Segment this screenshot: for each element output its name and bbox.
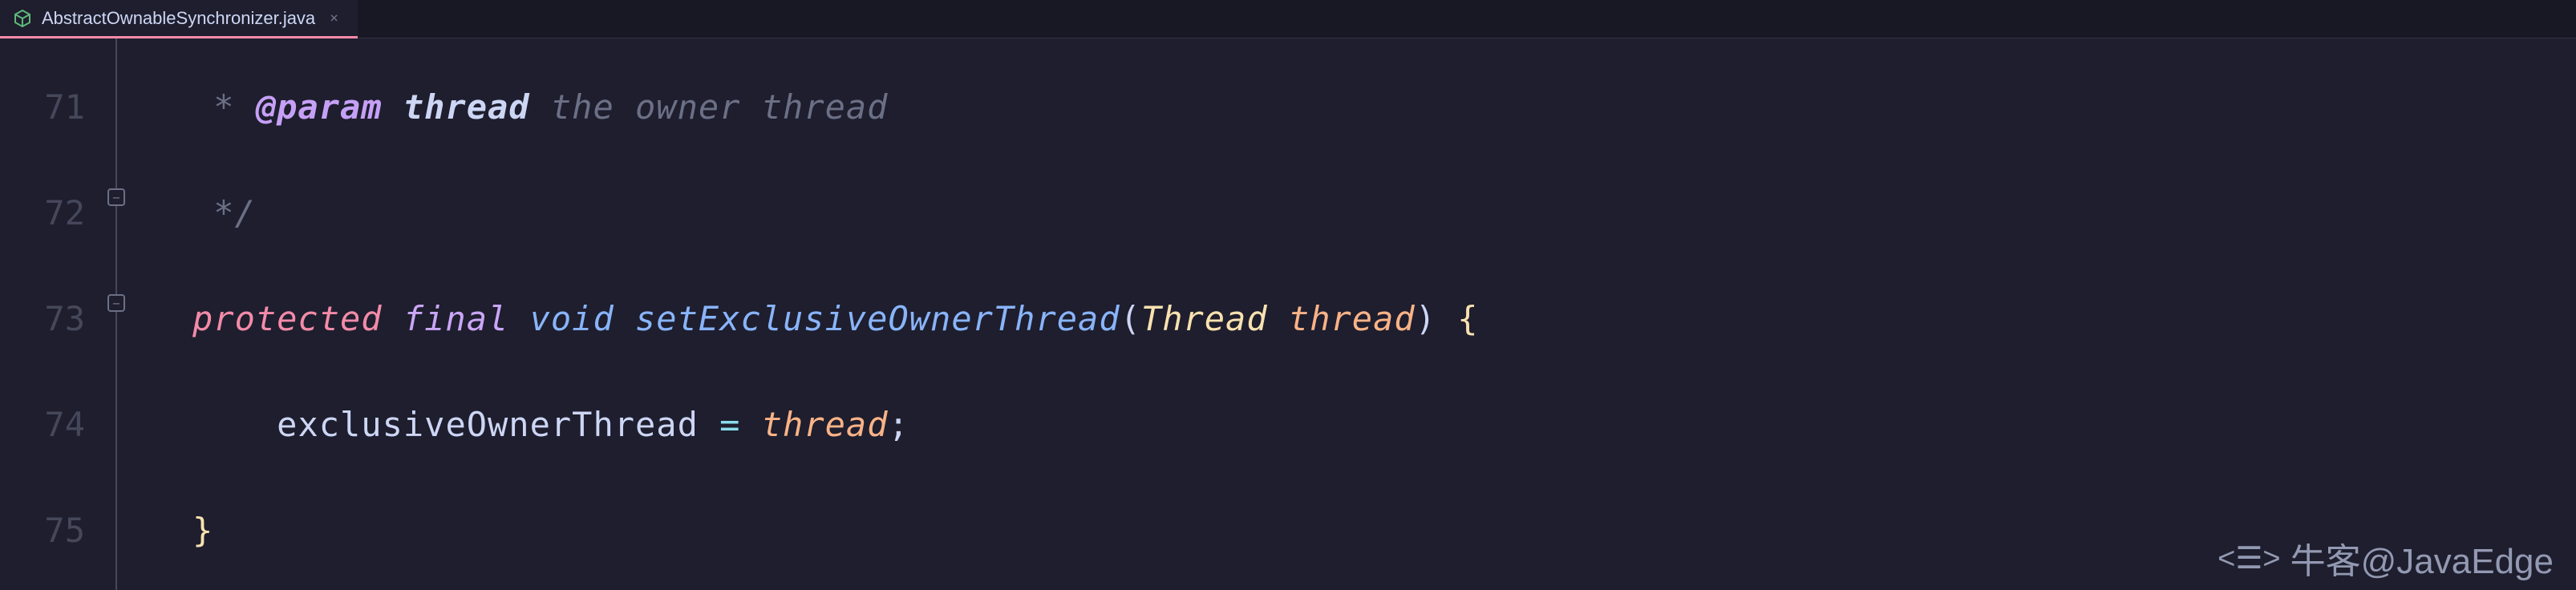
keyword-final: final xyxy=(383,266,509,372)
line-number: 72 xyxy=(0,160,85,266)
indent xyxy=(192,372,277,478)
brace-open: { xyxy=(1436,266,1479,372)
identifier: exclusiveOwnerThread xyxy=(277,372,719,478)
javadoc-param-name: thread xyxy=(383,55,530,160)
fold-marker-icon[interactable]: − xyxy=(107,294,125,312)
semicolon: ; xyxy=(888,372,909,478)
code-line: * @param thread the owner thread xyxy=(192,55,1479,160)
code-line: } xyxy=(192,478,1479,584)
watermark: <☰> 牛客@JavaEdge xyxy=(2218,532,2554,584)
watermark-icon: <☰> xyxy=(2218,540,2280,576)
fold-marker-icon[interactable]: − xyxy=(107,188,125,206)
line-number: 75 xyxy=(0,478,85,584)
tab-filename: AbstractOwnableSynchronizer.java xyxy=(42,8,315,29)
brace-close: } xyxy=(192,478,213,584)
method-name: setExclusiveOwnerThread xyxy=(614,266,1120,372)
code-line: */ xyxy=(192,160,1479,266)
paren-close: ) xyxy=(1416,266,1436,372)
paren-open: ( xyxy=(1120,266,1141,372)
close-tab-icon[interactable]: × xyxy=(330,10,338,26)
javadoc-param-tag: @param xyxy=(256,55,383,160)
keyword-void: void xyxy=(508,266,614,372)
comment-text: the owner thread xyxy=(530,55,889,160)
code-area[interactable]: * @param thread the owner thread */ prot… xyxy=(192,38,1479,590)
line-number-gutter: 71 72 73 74 75 xyxy=(0,38,104,590)
code-line: protected final void setExclusiveOwnerTh… xyxy=(192,266,1479,372)
fold-guide-line xyxy=(115,38,117,590)
comment-text: */ xyxy=(192,160,256,266)
java-file-icon xyxy=(13,9,32,28)
type-name: Thread xyxy=(1141,266,1289,372)
fold-column: − − xyxy=(104,38,192,590)
tab-bar: AbstractOwnableSynchronizer.java × xyxy=(0,0,2576,38)
watermark-text: 牛客@JavaEdge xyxy=(2290,532,2554,584)
line-number: 71 xyxy=(0,55,85,160)
file-tab[interactable]: AbstractOwnableSynchronizer.java × xyxy=(0,0,358,38)
code-line: exclusiveOwnerThread = thread; xyxy=(192,372,1479,478)
identifier: thread xyxy=(762,372,889,478)
keyword-protected: protected xyxy=(192,266,383,372)
line-number: 74 xyxy=(0,372,85,478)
space xyxy=(740,372,761,478)
comment-text: * xyxy=(192,55,256,160)
parameter-name: thread xyxy=(1289,266,1416,372)
operator-assign: = xyxy=(719,372,740,478)
code-editor: 71 72 73 74 75 − − * @param thread the o… xyxy=(0,38,2576,590)
line-number: 73 xyxy=(0,266,85,372)
